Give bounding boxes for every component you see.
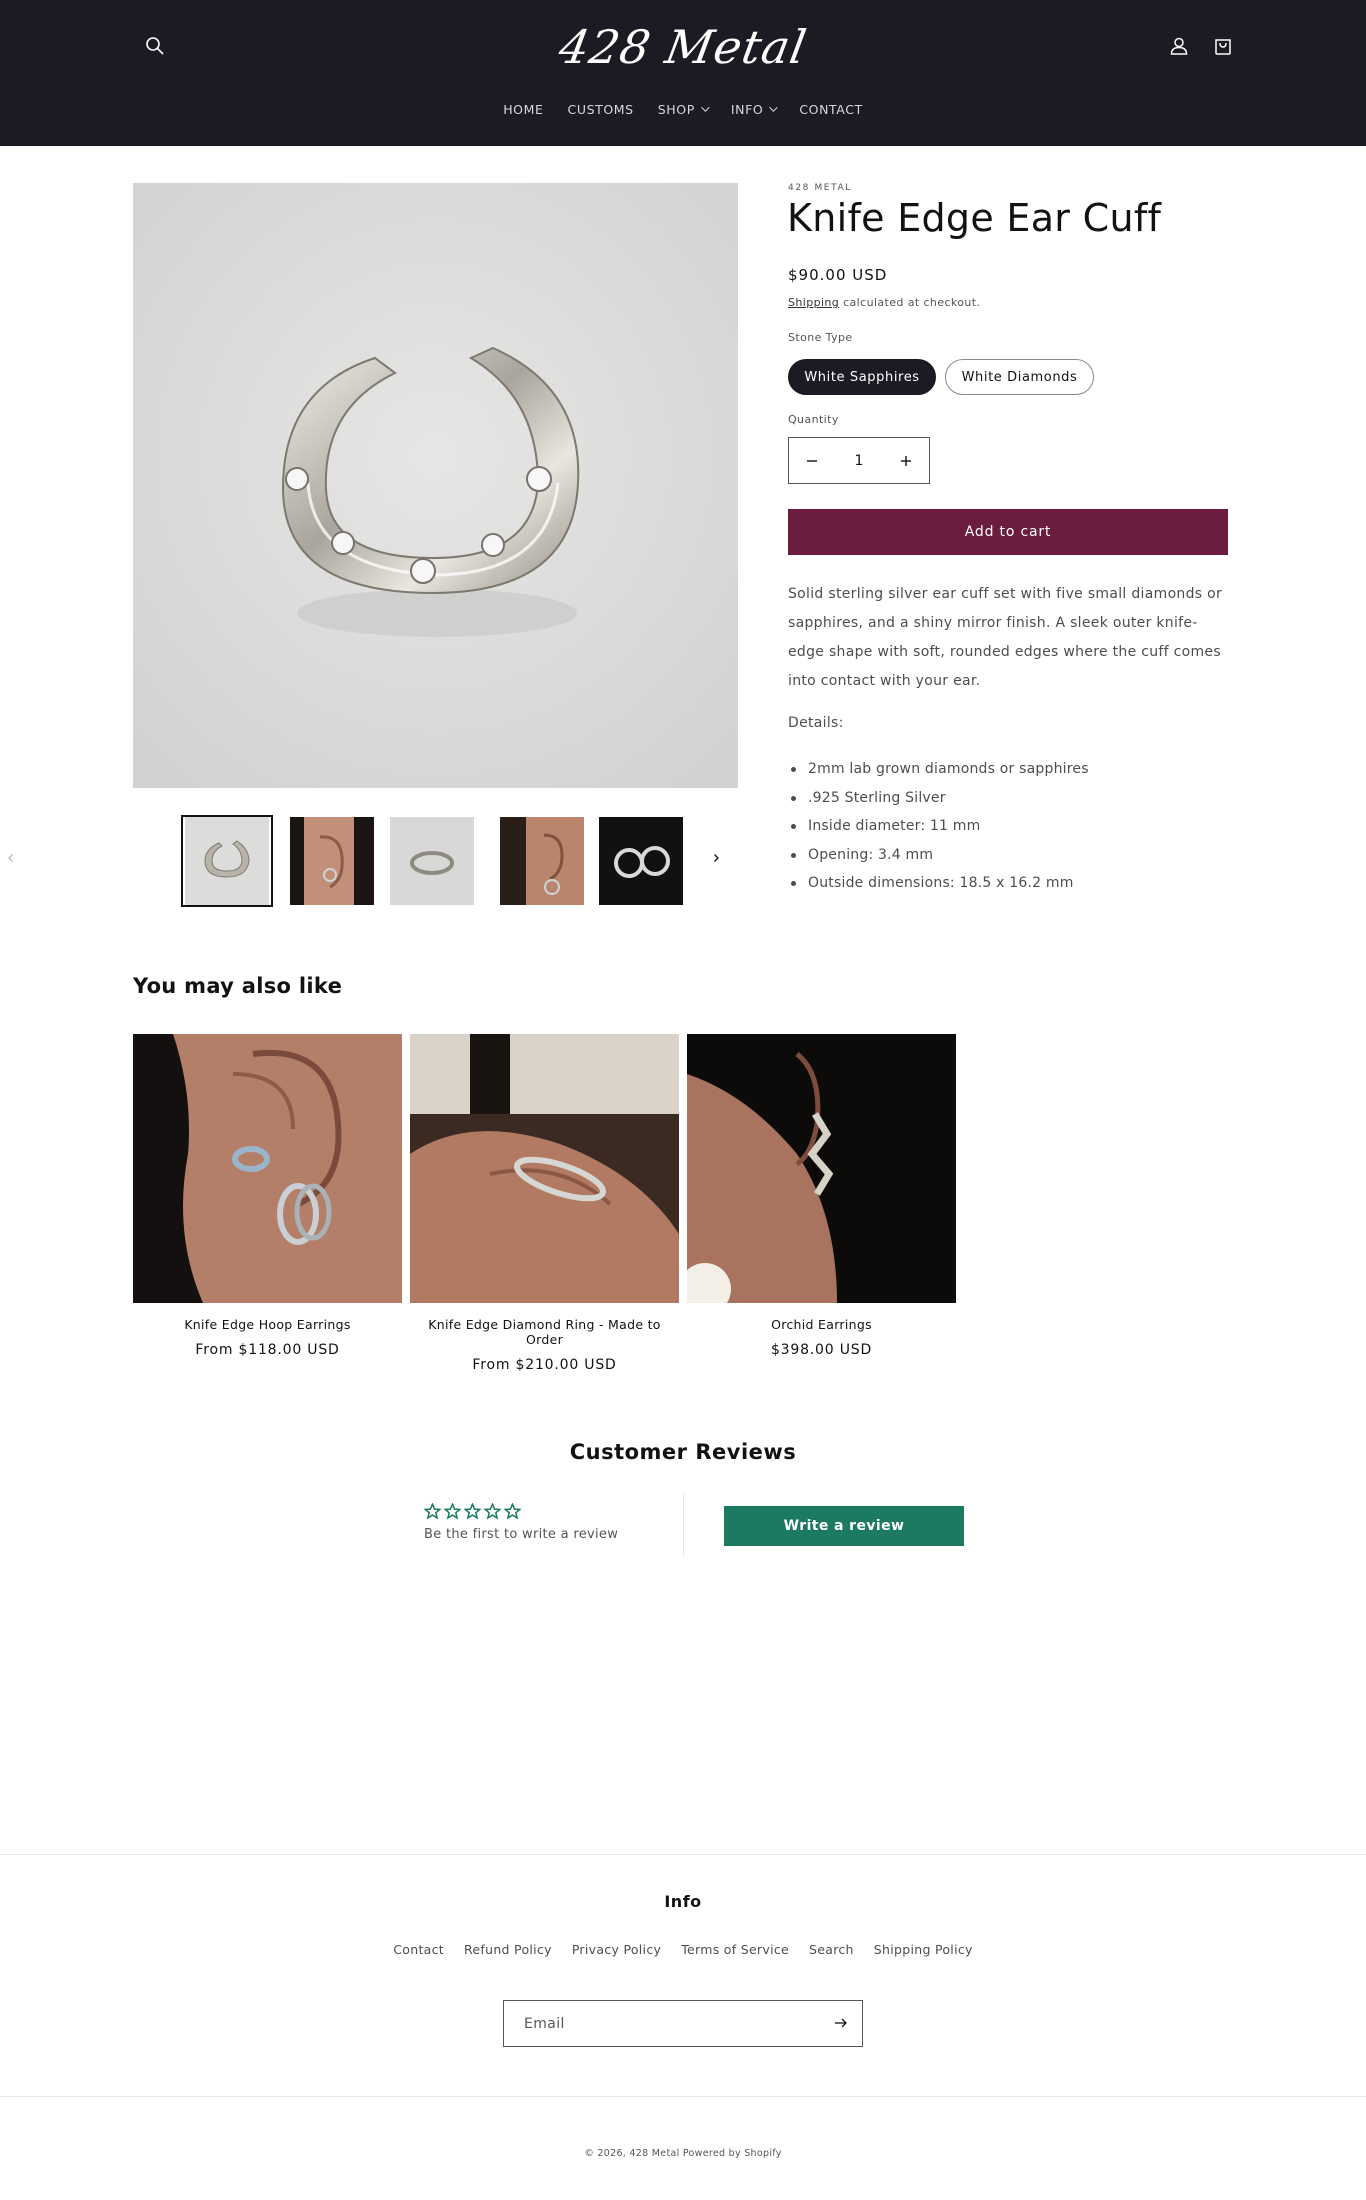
product-card-price: From $118.00 USD bbox=[195, 1342, 340, 1358]
footer-divider bbox=[0, 2096, 1366, 2097]
footer-link-privacy-policy[interactable]: Privacy Policy bbox=[572, 1942, 661, 1957]
quantity-stepper: 1 bbox=[788, 437, 930, 484]
product-card-image[interactable] bbox=[687, 1034, 956, 1303]
product-title: Knife Edge Ear Cuff bbox=[787, 196, 1162, 240]
email-field[interactable] bbox=[524, 2015, 804, 2032]
nav-label: SHOP bbox=[657, 101, 695, 117]
quantity-decrease-button[interactable] bbox=[789, 438, 835, 483]
arrow-right-icon[interactable] bbox=[834, 2014, 848, 2033]
star-icon bbox=[504, 1503, 521, 1520]
details-heading: Details: bbox=[788, 715, 844, 731]
product-card-name[interactable]: Knife Edge Hoop Earrings bbox=[133, 1317, 402, 1332]
product-card-image[interactable] bbox=[410, 1034, 679, 1303]
list-item: Outside dimensions: 18.5 x 16.2 mm bbox=[788, 869, 1228, 898]
option-white-diamonds[interactable]: White Diamonds bbox=[945, 359, 1094, 395]
nav-home[interactable]: HOME bbox=[491, 98, 555, 120]
nav-info[interactable]: INFO bbox=[719, 98, 787, 120]
quantity-label: Quantity bbox=[788, 413, 839, 426]
thumbnail-4[interactable] bbox=[496, 815, 588, 907]
star-icon bbox=[444, 1503, 461, 1520]
product-vendor: 428 METAL bbox=[788, 183, 852, 193]
footer-link-terms-of-service[interactable]: Terms of Service bbox=[681, 1942, 789, 1957]
list-item: Opening: 3.4 mm bbox=[788, 841, 1228, 870]
chevron-down-icon bbox=[769, 103, 778, 112]
thumbnail-prev-button[interactable] bbox=[0, 847, 22, 869]
star-icon bbox=[484, 1503, 501, 1520]
nav-customs[interactable]: CUSTOMS bbox=[556, 98, 646, 120]
footer-links: Contact Refund Policy Privacy Policy Ter… bbox=[0, 1942, 1366, 1957]
shipping-note-text: calculated at checkout. bbox=[843, 296, 981, 309]
product-main-image[interactable] bbox=[133, 183, 738, 788]
reviews-divider bbox=[683, 1494, 684, 1556]
thumbnail-1[interactable] bbox=[181, 815, 273, 907]
list-item: .925 Sterling Silver bbox=[788, 784, 1228, 813]
footer-divider bbox=[0, 1854, 1366, 1855]
add-to-cart-button[interactable]: Add to cart bbox=[788, 509, 1228, 555]
product-card[interactable]: Knife Edge Hoop Earrings From $118.00 US… bbox=[133, 1034, 402, 1358]
nav-label: CUSTOMS bbox=[567, 101, 634, 117]
recommendations-title: You may also like bbox=[133, 974, 343, 998]
product-price: $90.00 USD bbox=[788, 266, 888, 284]
reviews-title: Customer Reviews bbox=[569, 1440, 797, 1464]
nav-label: HOME bbox=[503, 101, 544, 117]
product-card[interactable]: Knife Edge Diamond Ring - Made to Order … bbox=[410, 1034, 679, 1373]
thumbnail-2[interactable] bbox=[286, 815, 378, 907]
quantity-increase-button[interactable] bbox=[883, 438, 929, 483]
rating-stars bbox=[424, 1503, 521, 1520]
newsletter-form bbox=[503, 2000, 863, 2047]
nav-contact[interactable]: CONTACT bbox=[787, 98, 874, 120]
option-white-sapphires[interactable]: White Sapphires bbox=[788, 359, 936, 395]
list-item: Inside diameter: 11 mm bbox=[788, 812, 1228, 841]
footer-link-refund-policy[interactable]: Refund Policy bbox=[464, 1942, 552, 1957]
site-logo[interactable]: 428 Metal bbox=[548, 18, 818, 76]
search-icon[interactable] bbox=[143, 34, 167, 58]
footer-link-search[interactable]: Search bbox=[809, 1942, 854, 1957]
thumbnail-3[interactable] bbox=[386, 815, 478, 907]
product-card-name[interactable]: Knife Edge Diamond Ring - Made to Order bbox=[410, 1317, 679, 1347]
footer-heading: Info bbox=[664, 1892, 702, 1911]
shipping-note: Shipping calculated at checkout. bbox=[788, 296, 980, 309]
product-card[interactable]: Orchid Earrings $398.00 USD bbox=[687, 1034, 956, 1358]
nav-label: INFO bbox=[730, 101, 764, 117]
product-description: Solid sterling silver ear cuff set with … bbox=[788, 586, 1223, 689]
copyright: © 2026, 428 Metal Powered by Shopify bbox=[584, 2148, 782, 2159]
cart-icon[interactable] bbox=[1211, 34, 1235, 58]
quantity-input[interactable]: 1 bbox=[839, 453, 879, 469]
account-icon[interactable] bbox=[1167, 34, 1191, 58]
list-item: 2mm lab grown diamonds or sapphires bbox=[788, 755, 1228, 784]
product-card-price: From $210.00 USD bbox=[472, 1357, 617, 1373]
thumbnail-5[interactable] bbox=[595, 815, 687, 907]
shipping-link[interactable]: Shipping bbox=[788, 296, 839, 309]
product-card-price: $398.00 USD bbox=[770, 1342, 873, 1358]
write-review-button[interactable]: Write a review bbox=[724, 1506, 964, 1546]
reviews-empty-text: Be the first to write a review bbox=[424, 1527, 619, 1542]
product-card-name[interactable]: Orchid Earrings bbox=[687, 1317, 956, 1332]
nav-label: CONTACT bbox=[799, 101, 863, 117]
stone-type-label: Stone Type bbox=[788, 331, 853, 344]
details-list: 2mm lab grown diamonds or sapphires .925… bbox=[788, 755, 1228, 898]
footer-link-contact[interactable]: Contact bbox=[393, 1942, 444, 1957]
star-icon bbox=[464, 1503, 481, 1520]
product-card-image[interactable] bbox=[133, 1034, 402, 1303]
star-icon bbox=[424, 1503, 441, 1520]
chevron-down-icon bbox=[701, 103, 710, 112]
nav-shop[interactable]: SHOP bbox=[646, 98, 719, 120]
ear-cuff-photo bbox=[133, 183, 738, 788]
site-header: 428 Metal HOME CUSTOMS SHOP INFO CONTACT bbox=[0, 0, 1366, 146]
footer-link-shipping-policy[interactable]: Shipping Policy bbox=[874, 1942, 973, 1957]
main-nav: HOME CUSTOMS SHOP INFO CONTACT bbox=[0, 98, 1366, 120]
thumbnail-next-button[interactable] bbox=[705, 847, 727, 869]
